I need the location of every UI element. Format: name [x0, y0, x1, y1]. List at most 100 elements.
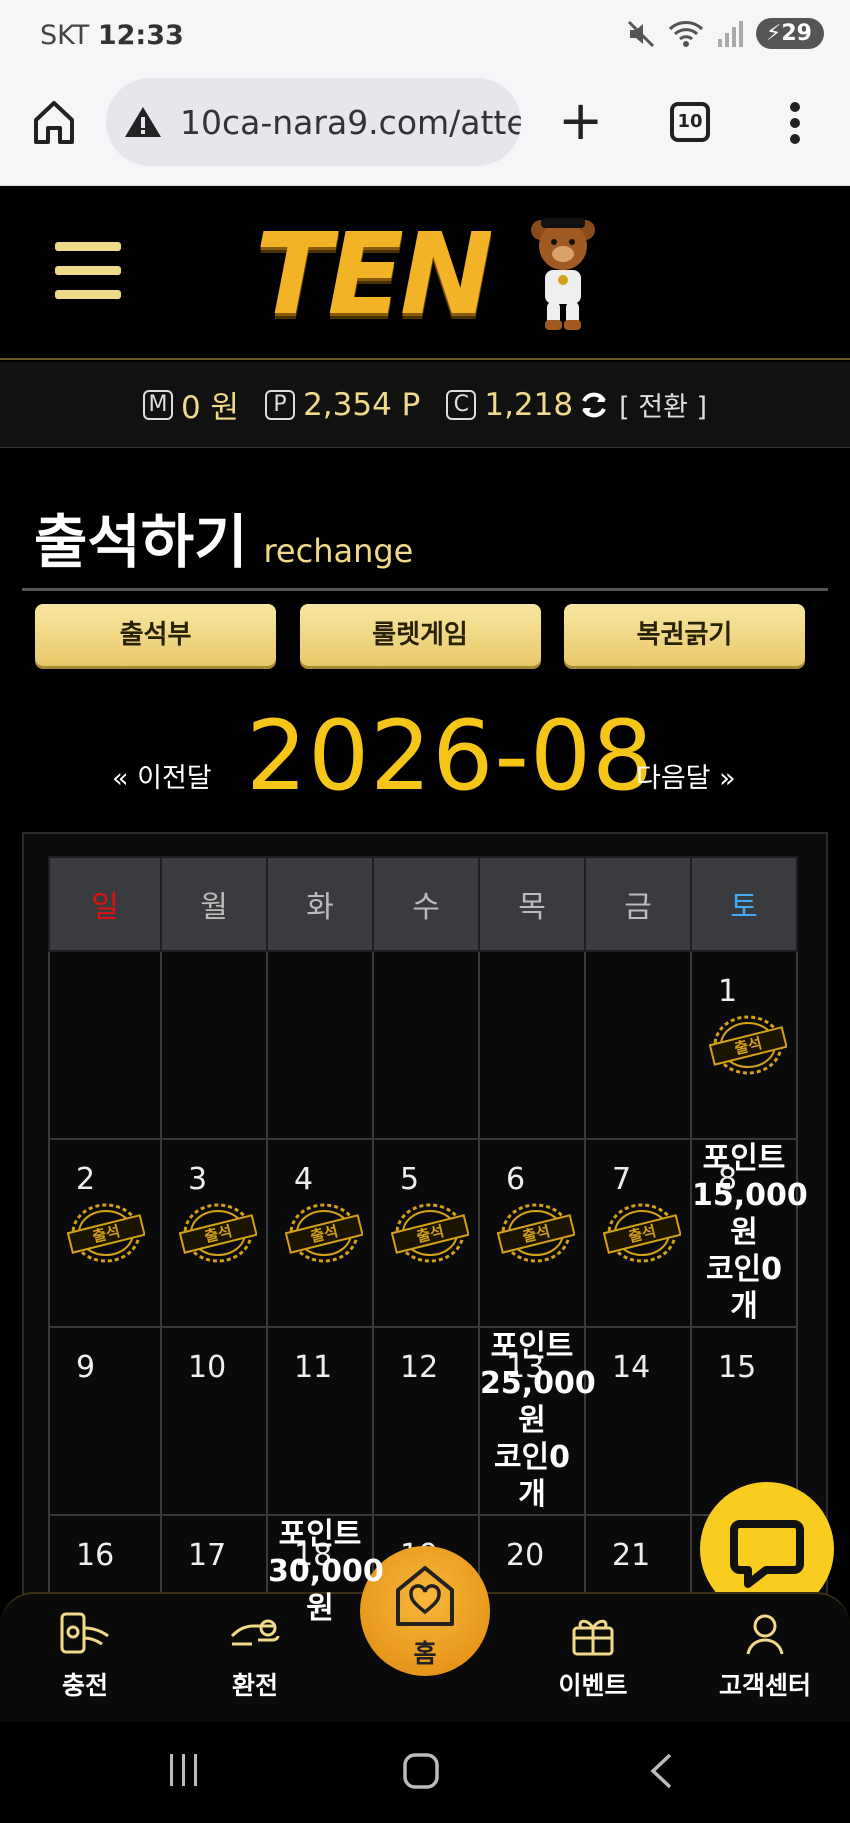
day-number: 17 [188, 1538, 227, 1573]
attendance-stamp-icon: 출석 [709, 1015, 787, 1075]
site-header: TEN [0, 186, 850, 360]
back-icon[interactable] [648, 1752, 674, 1790]
nav-exchange-label: 환전 [231, 1671, 278, 1700]
weekday-wed: 수 [372, 856, 480, 952]
calendar-day-9[interactable]: 9 [48, 1326, 162, 1516]
day-number: 20 [506, 1538, 545, 1573]
reward-line: 원 [518, 1403, 546, 1438]
point-value: 2,354 P [303, 386, 421, 423]
nav-charge[interactable]: 충전 [10, 1594, 160, 1724]
day-number: 6 [506, 1162, 526, 1197]
tab-switcher-button[interactable]: 10 [670, 102, 710, 142]
calendar-day-6[interactable]: 6 출석 [478, 1138, 586, 1328]
logo-wordmark: TEN [255, 210, 494, 340]
more-menu-icon[interactable] [789, 101, 801, 145]
weekday-fri: 금 [584, 856, 692, 952]
recent-apps-icon[interactable] [166, 1752, 202, 1788]
next-month-link[interactable]: 다음달 » [636, 756, 736, 795]
attendance-stamp-icon: 출석 [497, 1203, 575, 1263]
calendar-empty-cell [266, 950, 374, 1140]
day-number: 11 [294, 1350, 333, 1385]
calendar-day-7[interactable]: 7 출석 [584, 1138, 692, 1328]
point-badge: P [265, 389, 296, 420]
wifi-icon [668, 20, 703, 47]
day-number: 1 [718, 974, 738, 1009]
calendar-day-2[interactable]: 2 출석 [48, 1138, 162, 1328]
money-value: 0 원 [180, 390, 240, 426]
carrier: SKT [40, 20, 90, 51]
nav-home-label: 홈 [413, 1639, 437, 1668]
title-divider [22, 588, 828, 591]
money-balance: M 0 원 [142, 382, 240, 427]
calendar-day-12[interactable]: 12 [372, 1326, 480, 1516]
reward-line: 개 [518, 1477, 546, 1512]
lottery-button[interactable]: 복권긁기 [564, 604, 805, 666]
calendar-day-8[interactable]: 8 포인트 15,000 원 코인0 개 [690, 1138, 808, 1328]
calendar-empty-cell [478, 950, 586, 1140]
calendar-day-1[interactable]: 1 출석 [690, 950, 798, 1140]
current-month: 2026-08 [246, 700, 655, 812]
convert-button[interactable]: [ 전환 ] [619, 385, 707, 424]
calendar-week-row: 2 출석 3 출석 4 출석 5 출석 6 출석 7 출석 8 포인트 15,000 원 코인0 개 [48, 1138, 808, 1328]
new-tab-button[interactable]: + [558, 94, 603, 148]
calendar-day-10[interactable]: 10 [160, 1326, 268, 1516]
day-number: 9 [76, 1350, 96, 1385]
weekday-sun: 일 [48, 856, 162, 952]
calendar-empty-cell [160, 950, 268, 1140]
attendance-stamp-icon: 출석 [67, 1203, 145, 1263]
calendar-day-14[interactable]: 14 [584, 1326, 692, 1516]
calendar-day-4[interactable]: 4 출석 [266, 1138, 374, 1328]
attendance-button[interactable]: 출석부 [35, 604, 276, 666]
calendar-day-3[interactable]: 3 출석 [160, 1138, 268, 1328]
clock: 12:33 [97, 20, 184, 51]
attendance-stamp-icon: 출석 [603, 1203, 681, 1263]
site-logo[interactable]: TEN [255, 206, 595, 340]
status-bar: SKT 12:33 ⚡29 [0, 0, 850, 74]
browser-toolbar: 10ca-nara9.com/atte + 10 [0, 74, 850, 186]
page-title-korean: 출석하기 [34, 508, 248, 576]
home-icon[interactable] [32, 98, 76, 146]
nav-support-label: 고객센터 [718, 1671, 811, 1700]
attendance-stamp-icon: 출석 [179, 1203, 257, 1263]
reward-line: 포인트 [490, 1329, 574, 1364]
calendar-empty-cell [584, 950, 692, 1140]
nav-event-label: 이벤트 [558, 1671, 628, 1700]
day-number: 3 [188, 1162, 208, 1197]
balance-bar: M 0 원 P 2,354 P C 1,218 [ 전환 ] [0, 362, 850, 448]
reward-text: 포인트 30,000 원 [268, 1516, 384, 1627]
calendar-day-11[interactable]: 11 [266, 1326, 374, 1516]
attendance-stamp-icon: 출석 [285, 1203, 363, 1263]
menu-icon[interactable] [55, 242, 121, 300]
warning-icon[interactable] [124, 105, 162, 139]
month-navigation: « 이전달 2026-08 다음달 » [0, 700, 850, 812]
day-number: 7 [612, 1162, 632, 1197]
calendar-week-row: 1 출석 [48, 950, 798, 1140]
weekday-thu: 목 [478, 856, 586, 952]
day-number: 5 [400, 1162, 420, 1197]
calendar-day-13[interactable]: 13 포인트 25,000 원 코인0 개 [478, 1326, 596, 1516]
charge-icon [60, 1612, 109, 1654]
calendar-day-5[interactable]: 5 출석 [372, 1138, 480, 1328]
reward-text: 포인트 15,000 원 코인0 개 [692, 1140, 808, 1325]
system-home-icon[interactable] [402, 1752, 440, 1790]
address-bar[interactable]: 10ca-nara9.com/atte [106, 78, 521, 166]
reward-line: 코인0 [493, 1440, 571, 1475]
weekday-sat: 토 [690, 856, 798, 952]
reward-line: 30,000 [268, 1554, 384, 1589]
page-title: 출석하기 rechange [34, 495, 413, 579]
roulette-button[interactable]: 룰렛게임 [299, 604, 541, 666]
reward-line: 포인트 [702, 1141, 786, 1176]
nav-charge-label: 충전 [61, 1671, 108, 1700]
nav-event[interactable]: 이벤트 [518, 1594, 668, 1724]
url-text[interactable]: 10ca-nara9.com/atte [180, 103, 521, 142]
mute-icon [627, 20, 654, 47]
reward-text: 포인트 25,000 원 코인0 개 [480, 1328, 596, 1513]
signal-icon [717, 20, 743, 47]
refresh-icon[interactable] [579, 390, 609, 420]
calendar-empty-cell [372, 950, 480, 1140]
nav-support[interactable]: 고객센터 [690, 1594, 840, 1724]
point-balance: P 2,354 P [265, 387, 420, 423]
prev-month-link[interactable]: « 이전달 [112, 756, 212, 795]
calendar-empty-cell [48, 950, 162, 1140]
reward-line: 원 [306, 1591, 334, 1626]
